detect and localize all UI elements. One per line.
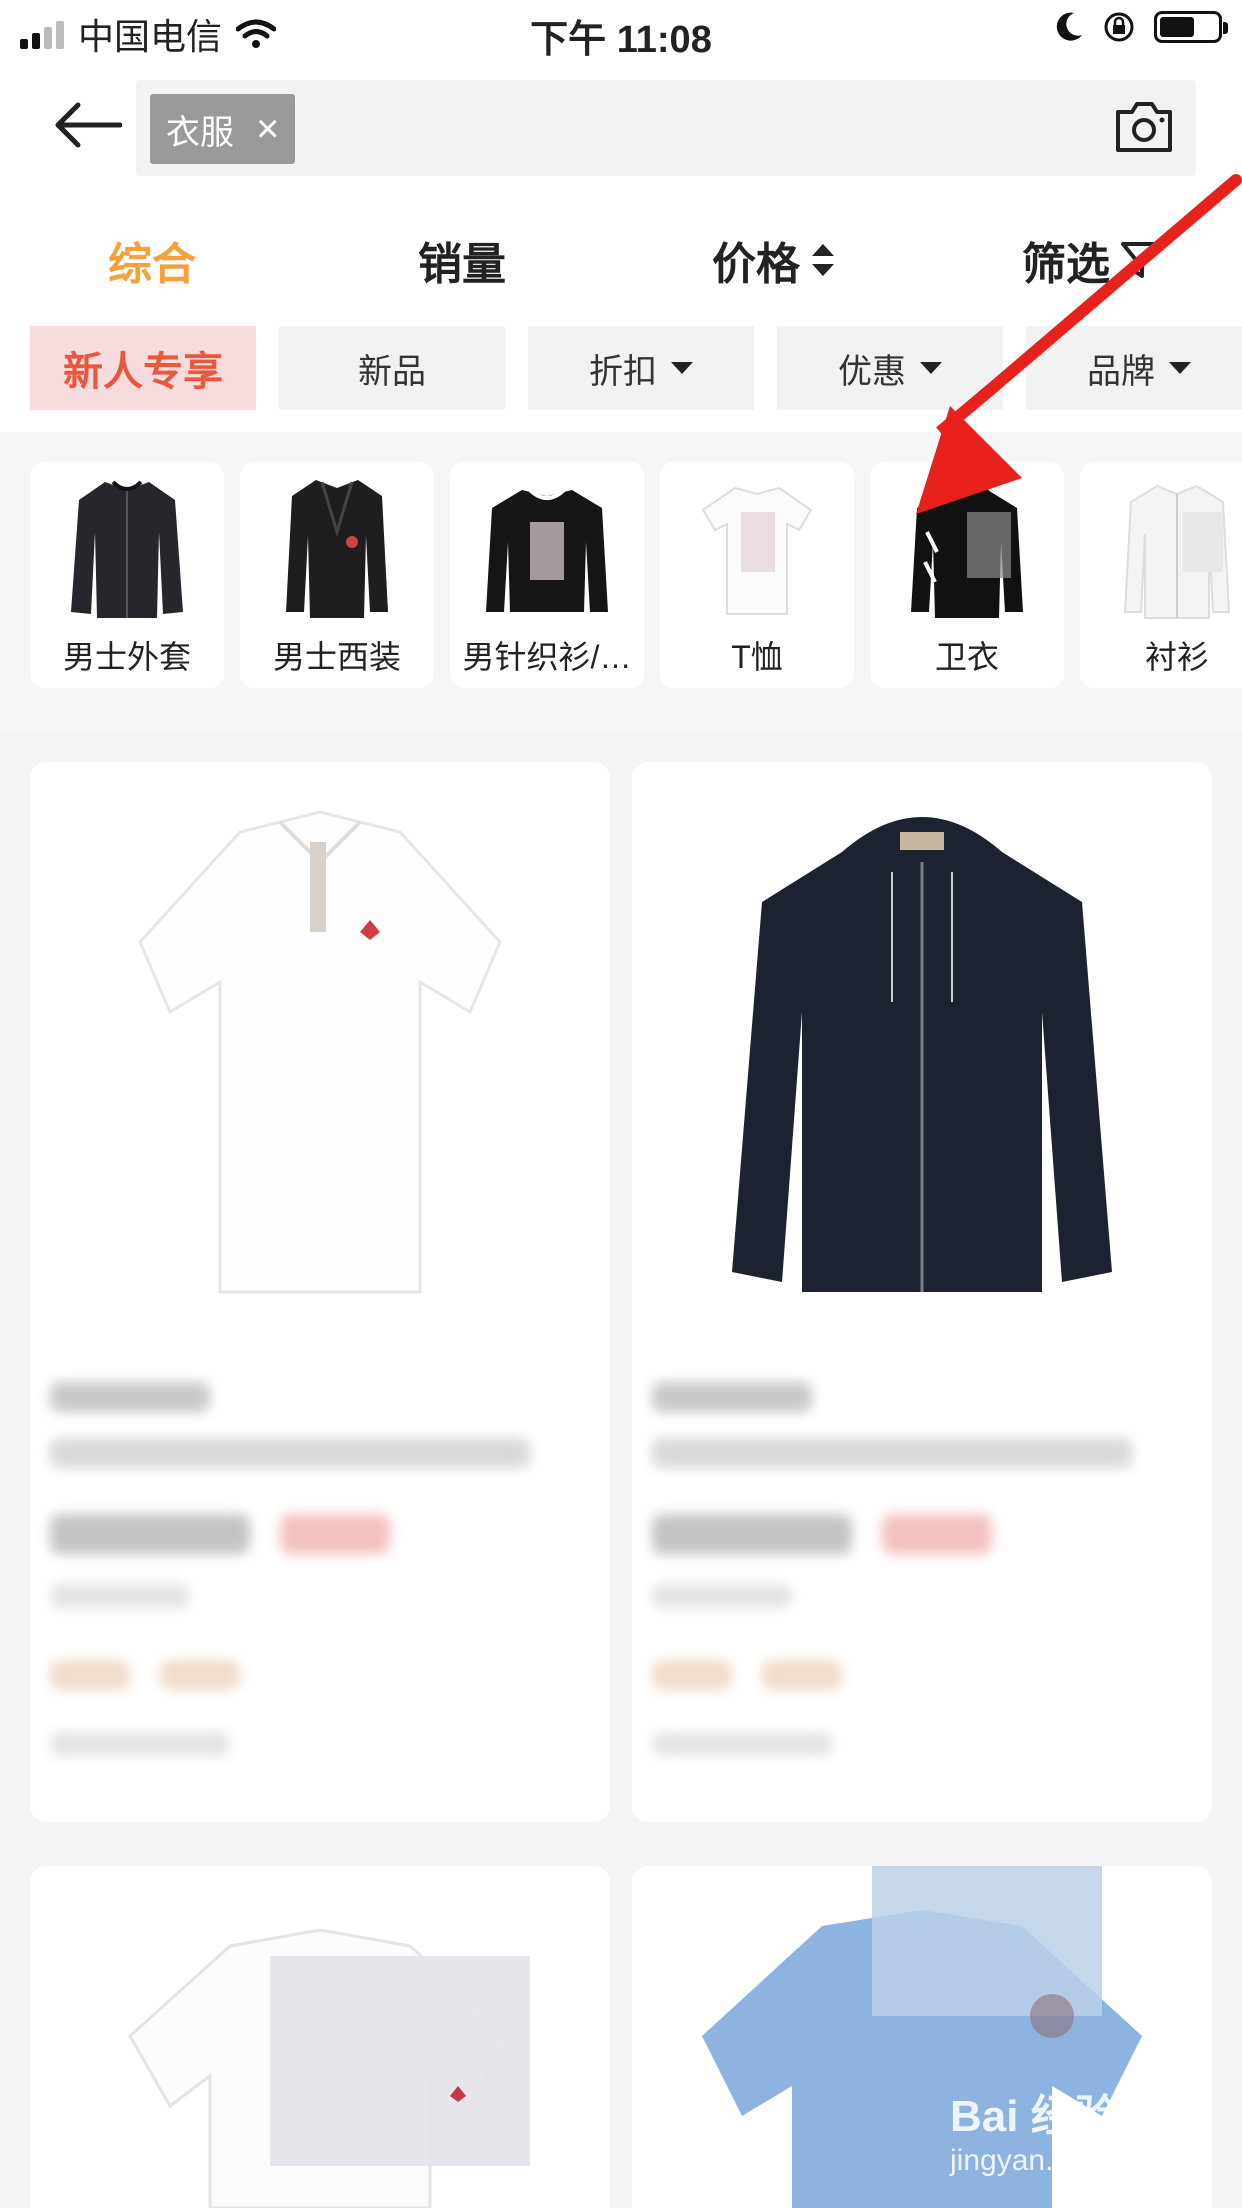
category-mens-knitwear[interactable]: 男针织衫/… (450, 462, 644, 688)
caret-down-icon (1169, 362, 1191, 374)
shirt-thumbnail (1080, 462, 1242, 632)
chip-discount[interactable]: 折扣 (528, 326, 754, 410)
chip-new-user[interactable]: 新人专享 (30, 326, 256, 410)
category-mens-jacket[interactable]: 男士外套 (30, 462, 224, 688)
status-icons (1054, 10, 1228, 44)
product-card[interactable] (30, 762, 610, 1822)
caret-down-icon (920, 362, 942, 374)
watermark-url: jingyan.baidu.com (950, 2144, 1192, 2177)
chip-label: 新人专享 (63, 350, 223, 394)
sweater-thumbnail (450, 462, 644, 632)
watermark: Bai 经验 jingyan.baidu.com (950, 2080, 1192, 2178)
camera-icon[interactable] (1112, 96, 1176, 156)
moon-icon (1056, 12, 1082, 41)
sort-updown-icon (812, 244, 834, 276)
chip-new-arrivals[interactable]: 新品 (279, 326, 505, 410)
product-image-navy-hoodie (632, 762, 1212, 1342)
category-mens-suit[interactable]: 男士西装 (240, 462, 434, 688)
search-input[interactable]: 衣服 × (136, 80, 1196, 176)
category-shirt[interactable]: 衬衫 (1080, 462, 1242, 688)
battery-icon (1154, 11, 1228, 43)
sort-label: 综合 (108, 240, 196, 289)
chip-label: 折扣 (589, 352, 657, 391)
chip-brand[interactable]: 品牌 (1026, 326, 1242, 410)
back-arrow-icon[interactable] (52, 100, 122, 150)
status-bar: 中国电信 下午 11:08 (0, 0, 1242, 62)
jacket-thumbnail (30, 462, 224, 632)
watermark-brand: Bai 经验 (950, 2092, 1119, 2141)
sort-label: 销量 (418, 240, 506, 289)
category-label: 男针织衫/… (462, 639, 632, 675)
tshirt-thumbnail (660, 462, 854, 632)
sort-comprehensive[interactable]: 综合 (108, 228, 196, 292)
search-tag-label: 衣服 (166, 113, 234, 152)
close-icon[interactable]: × (256, 107, 279, 152)
sort-bar: 综合 销量 价格 筛选 (0, 192, 1242, 322)
funnel-icon (1121, 242, 1157, 278)
chip-offers[interactable]: 优惠 (777, 326, 1003, 410)
rotation-lock-icon (1104, 12, 1134, 42)
category-label: 衬衫 (1144, 639, 1209, 675)
chip-label: 优惠 (838, 352, 906, 391)
category-label: 男士西装 (272, 639, 401, 675)
category-strip: 男士外套 男士西装 男针织衫/… T恤 卫衣 衬衫 (0, 432, 1242, 732)
sort-price[interactable]: 价格 (712, 228, 836, 292)
search-header: 衣服 × (0, 62, 1242, 192)
sort-label: 价格 (712, 240, 800, 289)
category-hoodie[interactable]: 卫衣 (870, 462, 1064, 688)
product-card[interactable] (632, 762, 1212, 1822)
category-label: T恤 (731, 639, 783, 675)
chip-label: 新品 (358, 352, 426, 391)
sort-filter[interactable]: 筛选 (1022, 228, 1158, 292)
product-image-white-polo (30, 762, 610, 1342)
category-tshirt[interactable]: T恤 (660, 462, 854, 688)
caret-down-icon (671, 362, 693, 374)
sort-sales[interactable]: 销量 (418, 228, 506, 292)
suit-thumbnail (240, 462, 434, 632)
category-label: 卫衣 (934, 639, 999, 675)
hoodie-thumbnail (870, 462, 1064, 632)
category-label: 男士外套 (62, 639, 191, 675)
sort-label: 筛选 (1022, 240, 1110, 289)
search-tag-chip[interactable]: 衣服 × (150, 94, 296, 164)
product-card[interactable] (30, 1866, 610, 2208)
product-image-white-tee (30, 1866, 610, 2208)
chip-label: 品牌 (1087, 352, 1155, 391)
filter-chip-row: 新人专享 新品 折扣 优惠 品牌 (0, 322, 1242, 432)
